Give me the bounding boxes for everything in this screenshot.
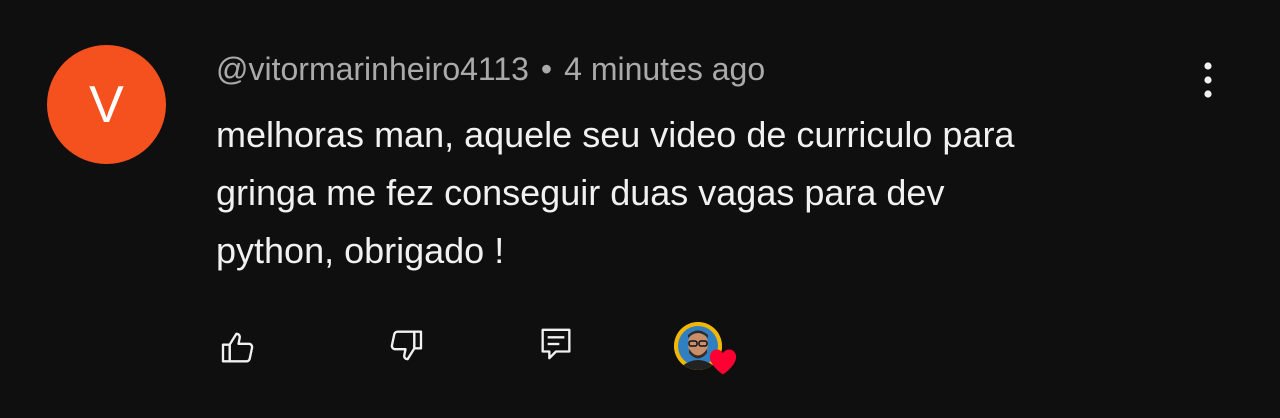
heart-icon: [709, 349, 737, 375]
comment-header: @vitormarinheiro4113 • 4 minutes ago: [216, 49, 765, 89]
reply-button[interactable]: [534, 322, 578, 366]
avatar-letter: V: [89, 75, 124, 134]
author-avatar[interactable]: V: [47, 45, 166, 164]
reply-comment-icon: [541, 328, 571, 360]
comment-text: melhoras man, aquele seu video de curric…: [216, 114, 1015, 271]
thumbs-up-icon: [221, 332, 254, 363]
author-name[interactable]: @vitormarinheiro4113: [216, 51, 529, 88]
comment-thread: V @vitormarinheiro4113 • 4 minutes ago m…: [0, 0, 1280, 418]
comment-timestamp[interactable]: 4 minutes ago: [564, 51, 765, 88]
more-vertical-icon: [1204, 62, 1212, 98]
dislike-button[interactable]: [384, 323, 428, 367]
like-button[interactable]: [216, 326, 260, 370]
thumbs-down-icon: [390, 330, 423, 361]
more-actions-button[interactable]: [1186, 58, 1230, 102]
meta-separator: •: [540, 50, 553, 87]
creator-heart-badge: [674, 322, 740, 382]
